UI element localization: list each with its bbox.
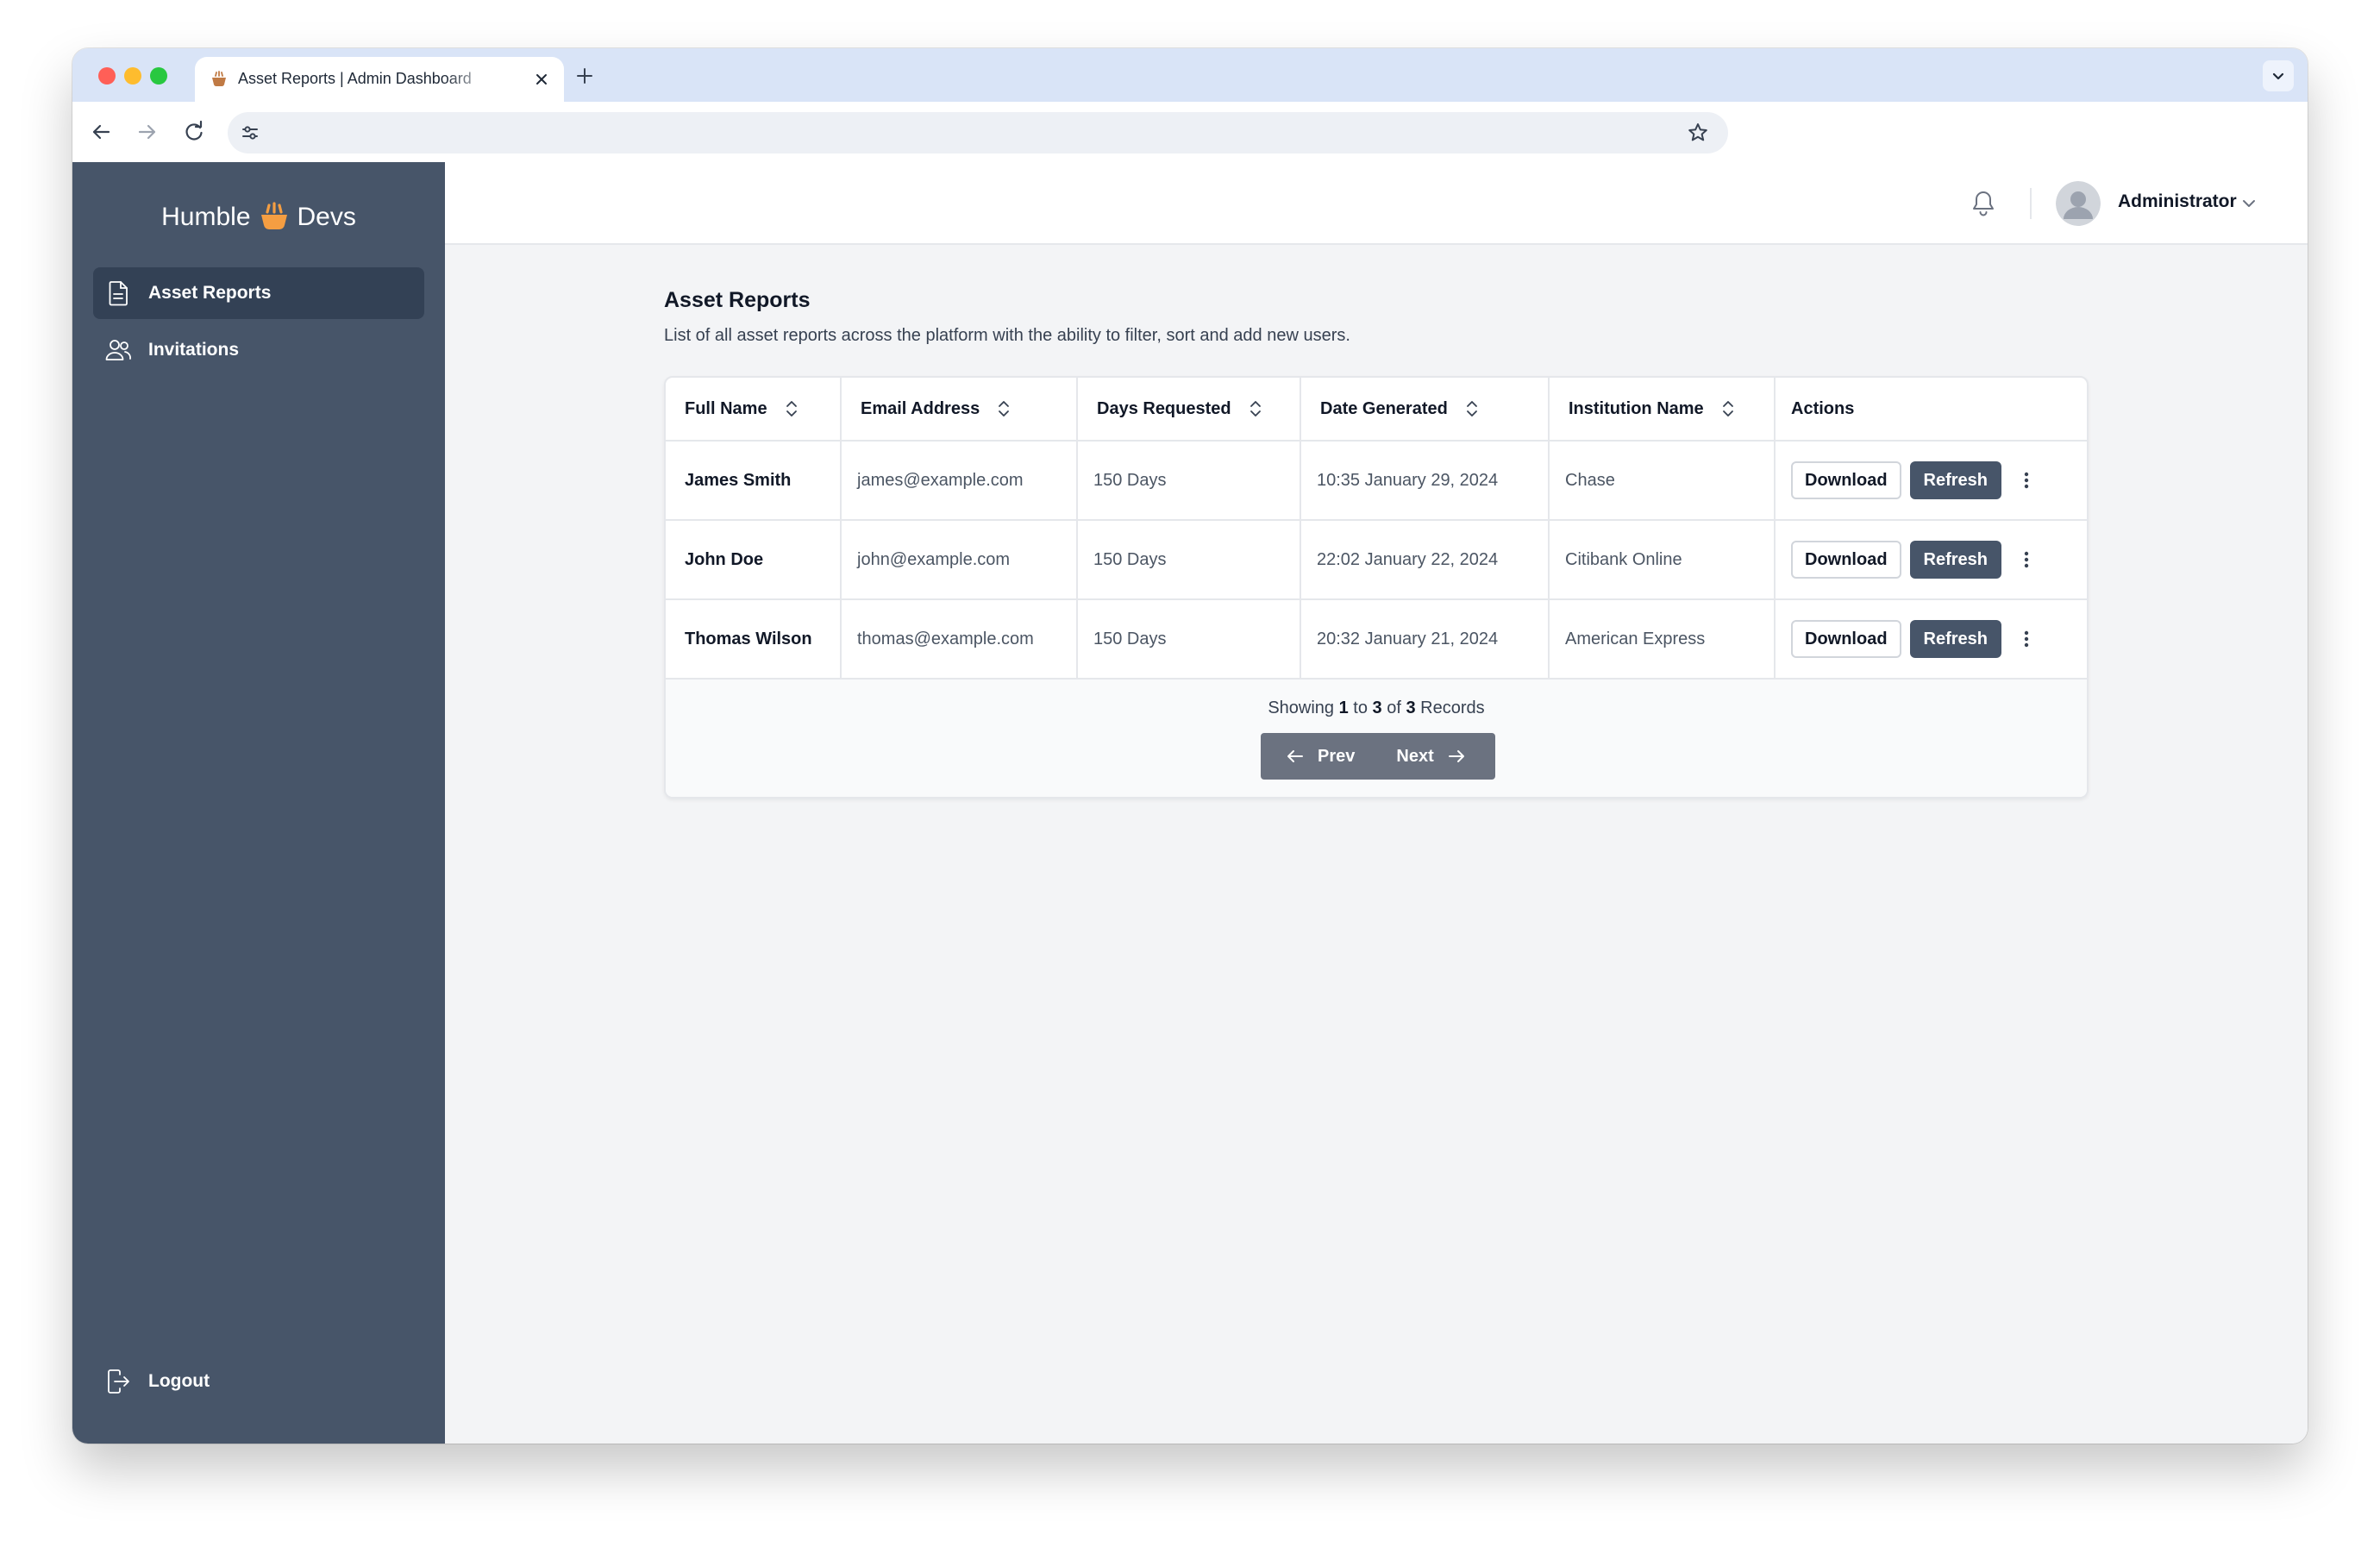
sidebar: Humble Devs Asset Reports Invitations Lo… bbox=[72, 162, 445, 1444]
cell-full-name: James Smith bbox=[666, 441, 842, 521]
maximize-window-button[interactable] bbox=[150, 67, 167, 85]
table-row: Thomas Wilson thomas@example.com 150 Day… bbox=[666, 599, 2087, 680]
top-header: Administrator bbox=[445, 162, 2308, 245]
avatar[interactable] bbox=[2056, 181, 2101, 226]
logout-button[interactable]: Logout bbox=[93, 1356, 424, 1407]
cell-actions: Download Refresh bbox=[1775, 599, 2087, 680]
records-to: 3 bbox=[1372, 698, 1382, 717]
sidebar-item-asset-reports[interactable]: Asset Reports bbox=[93, 267, 424, 319]
users-icon bbox=[105, 340, 131, 360]
brand-name-left: Humble bbox=[161, 203, 251, 231]
cell-institution: American Express bbox=[1549, 599, 1776, 680]
records-summary: Showing 1 to 3 of 3 Records bbox=[1268, 698, 1485, 717]
brand-logo[interactable]: Humble Devs bbox=[72, 191, 445, 243]
refresh-button[interactable]: Refresh bbox=[1909, 620, 2002, 658]
reports-table-card: Full Name Email Address Days Requested D… bbox=[664, 376, 2089, 799]
bell-icon[interactable] bbox=[1968, 188, 1999, 219]
page-description: List of all asset reports across the pla… bbox=[664, 326, 1350, 345]
back-arrow-icon[interactable] bbox=[88, 119, 114, 145]
user-name[interactable]: Administrator bbox=[2118, 191, 2237, 212]
sidebar-item-label: Invitations bbox=[148, 340, 240, 360]
reload-icon[interactable] bbox=[181, 119, 207, 145]
cell-days-requested: 150 Days bbox=[1077, 441, 1301, 521]
favicon-icon bbox=[212, 71, 226, 87]
cell-actions: Download Refresh bbox=[1775, 520, 2087, 600]
table-header-row: Full Name Email Address Days Requested D… bbox=[666, 378, 2087, 442]
cell-actions: Download Refresh bbox=[1775, 441, 2087, 521]
sort-icon[interactable] bbox=[783, 399, 800, 418]
chevron-down-icon[interactable] bbox=[2239, 193, 2259, 214]
cell-institution: Chase bbox=[1549, 441, 1776, 521]
cell-full-name: John Doe bbox=[666, 520, 842, 600]
records-total: 3 bbox=[1406, 698, 1416, 717]
tab-search-button[interactable] bbox=[2263, 60, 2294, 91]
close-icon[interactable] bbox=[531, 69, 552, 90]
cell-institution: Citibank Online bbox=[1549, 520, 1776, 600]
arrow-left-icon bbox=[1287, 750, 1303, 762]
sort-icon[interactable] bbox=[1463, 399, 1481, 418]
more-options-icon[interactable] bbox=[2015, 467, 2038, 493]
download-button[interactable]: Download bbox=[1791, 541, 1901, 579]
tab-title: Asset Reports | Admin Dashboard bbox=[238, 70, 472, 87]
download-button[interactable]: Download bbox=[1791, 620, 1901, 658]
cell-full-name: Thomas Wilson bbox=[666, 599, 842, 680]
download-button[interactable]: Download bbox=[1791, 461, 1901, 499]
pagination-controls: Prev Next bbox=[1261, 733, 1495, 780]
cell-days-requested: 150 Days bbox=[1077, 599, 1301, 680]
cell-date-generated: 10:35 January 29, 2024 bbox=[1300, 441, 1550, 521]
prev-page-button[interactable]: Prev bbox=[1285, 746, 1355, 767]
next-page-button[interactable]: Next bbox=[1396, 746, 1466, 767]
column-header-days-requested[interactable]: Days Requested bbox=[1077, 378, 1301, 442]
main-area: Administrator Asset Reports List of all … bbox=[445, 162, 2308, 1444]
records-from: 1 bbox=[1338, 698, 1349, 717]
logout-icon bbox=[108, 1369, 129, 1394]
logout-label: Logout bbox=[148, 1371, 210, 1391]
sort-icon[interactable] bbox=[1247, 399, 1264, 418]
browser-window: Asset Reports | Admin Dashboard Humble D… bbox=[72, 48, 2308, 1444]
refresh-button[interactable]: Refresh bbox=[1909, 461, 2002, 499]
cell-date-generated: 22:02 January 22, 2024 bbox=[1300, 520, 1550, 600]
cell-email: james@example.com bbox=[841, 441, 1078, 521]
reports-table: Full Name Email Address Days Requested D… bbox=[666, 378, 2087, 680]
column-header-date-generated[interactable]: Date Generated bbox=[1300, 378, 1550, 442]
sort-icon[interactable] bbox=[995, 399, 1012, 418]
forward-arrow-icon[interactable] bbox=[135, 119, 160, 145]
app-root: Humble Devs Asset Reports Invitations Lo… bbox=[72, 162, 2308, 1444]
more-options-icon[interactable] bbox=[2015, 626, 2038, 652]
header-divider bbox=[2030, 188, 2032, 219]
chevron-down-icon bbox=[2272, 72, 2284, 80]
page-title: Asset Reports bbox=[664, 288, 811, 312]
minimize-window-button[interactable] bbox=[124, 67, 141, 85]
table-row: John Doe john@example.com 150 Days 22:02… bbox=[666, 520, 2087, 600]
arrow-right-icon bbox=[1448, 750, 1464, 762]
cell-date-generated: 20:32 January 21, 2024 bbox=[1300, 599, 1550, 680]
brand-bowl-icon bbox=[260, 202, 287, 230]
asset-reports-section: Asset Reports List of all asset reports … bbox=[664, 288, 2089, 799]
new-tab-plus-icon[interactable] bbox=[573, 64, 597, 88]
document-icon bbox=[109, 281, 128, 306]
site-settings-icon[interactable] bbox=[240, 122, 260, 143]
column-header-actions: Actions bbox=[1775, 378, 2087, 442]
brand-name-right: Devs bbox=[297, 203, 356, 231]
browser-toolbar bbox=[72, 102, 2308, 162]
table-footer: Showing 1 to 3 of 3 Records Prev Next bbox=[666, 680, 2087, 797]
column-header-institution[interactable]: Institution Name bbox=[1549, 378, 1776, 442]
column-header-email[interactable]: Email Address bbox=[841, 378, 1078, 442]
refresh-button[interactable]: Refresh bbox=[1909, 541, 2002, 579]
column-header-full-name[interactable]: Full Name bbox=[666, 378, 842, 442]
sort-icon[interactable] bbox=[1719, 399, 1737, 418]
sidebar-item-label: Asset Reports bbox=[148, 283, 272, 303]
bookmark-star-icon[interactable] bbox=[1687, 122, 1709, 144]
cell-days-requested: 150 Days bbox=[1077, 520, 1301, 600]
table-row: James Smith james@example.com 150 Days 1… bbox=[666, 441, 2087, 521]
close-window-button[interactable] bbox=[98, 67, 116, 85]
cell-email: john@example.com bbox=[841, 520, 1078, 600]
browser-tab[interactable]: Asset Reports | Admin Dashboard bbox=[195, 57, 564, 102]
more-options-icon[interactable] bbox=[2015, 547, 2038, 573]
sidebar-item-invitations[interactable]: Invitations bbox=[93, 324, 424, 376]
user-avatar-icon bbox=[2056, 181, 2101, 226]
address-bar[interactable] bbox=[228, 112, 1728, 153]
cell-email: thomas@example.com bbox=[841, 599, 1078, 680]
tab-strip: Asset Reports | Admin Dashboard bbox=[72, 48, 2308, 102]
